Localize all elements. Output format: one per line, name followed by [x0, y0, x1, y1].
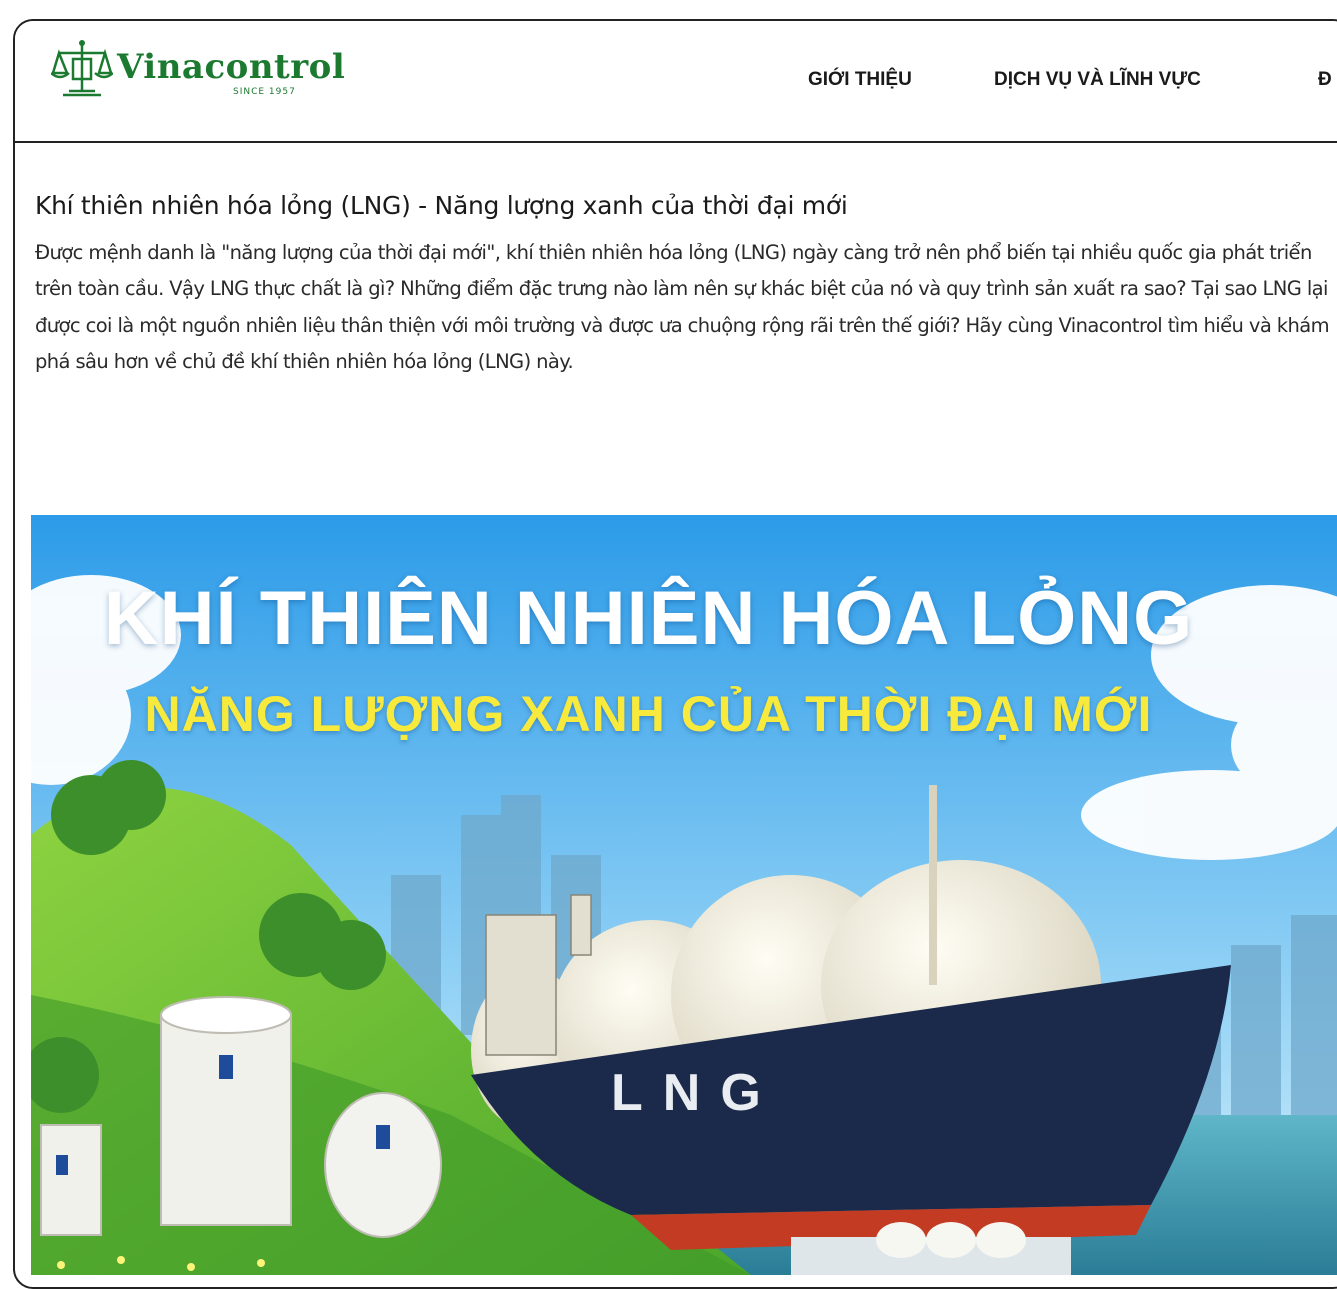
article-intro: Được mệnh danh là "năng lượng của thời đ…: [35, 241, 1330, 373]
storage-tank-small: [40, 1124, 102, 1236]
site-header: Vinacontrol SINCE 1957 GIỚI THIỆU DỊCH V…: [15, 21, 1337, 143]
storage-tank-large: [160, 996, 292, 1226]
hero-title-line1: KHÍ THIÊN NHIÊN HÓA LỎNG: [103, 576, 1194, 661]
article: Khí thiên nhiên hóa lỏng (LNG) - Năng lư…: [35, 191, 1335, 400]
main-nav: GIỚI THIỆU DỊCH VỤ VÀ LĨNH VỰC Đ: [15, 69, 1337, 93]
article-title: Khí thiên nhiên hóa lỏng (LNG) - Năng lư…: [35, 191, 848, 220]
nav-item-dich-vu[interactable]: DỊCH VỤ VÀ LĨNH VỰC: [994, 69, 1201, 91]
browser-frame: Vinacontrol SINCE 1957 GIỚI THIỆU DỊCH V…: [13, 19, 1337, 1289]
nav-item-gioi-thieu[interactable]: GIỚI THIỆU: [808, 69, 912, 91]
ship-lng-label: LNG: [611, 1064, 781, 1122]
hero-title-line2: NĂNG LƯỢNG XANH CỦA THỜI ĐẠI MỚI: [144, 686, 1153, 742]
hero-image: KHÍ THIÊN NHIÊN HÓA LỎNG NĂNG LƯỢNG XANH…: [31, 515, 1337, 1275]
storage-tank-sphere: [324, 1092, 442, 1238]
nav-item-truncated[interactable]: Đ: [1318, 69, 1332, 91]
